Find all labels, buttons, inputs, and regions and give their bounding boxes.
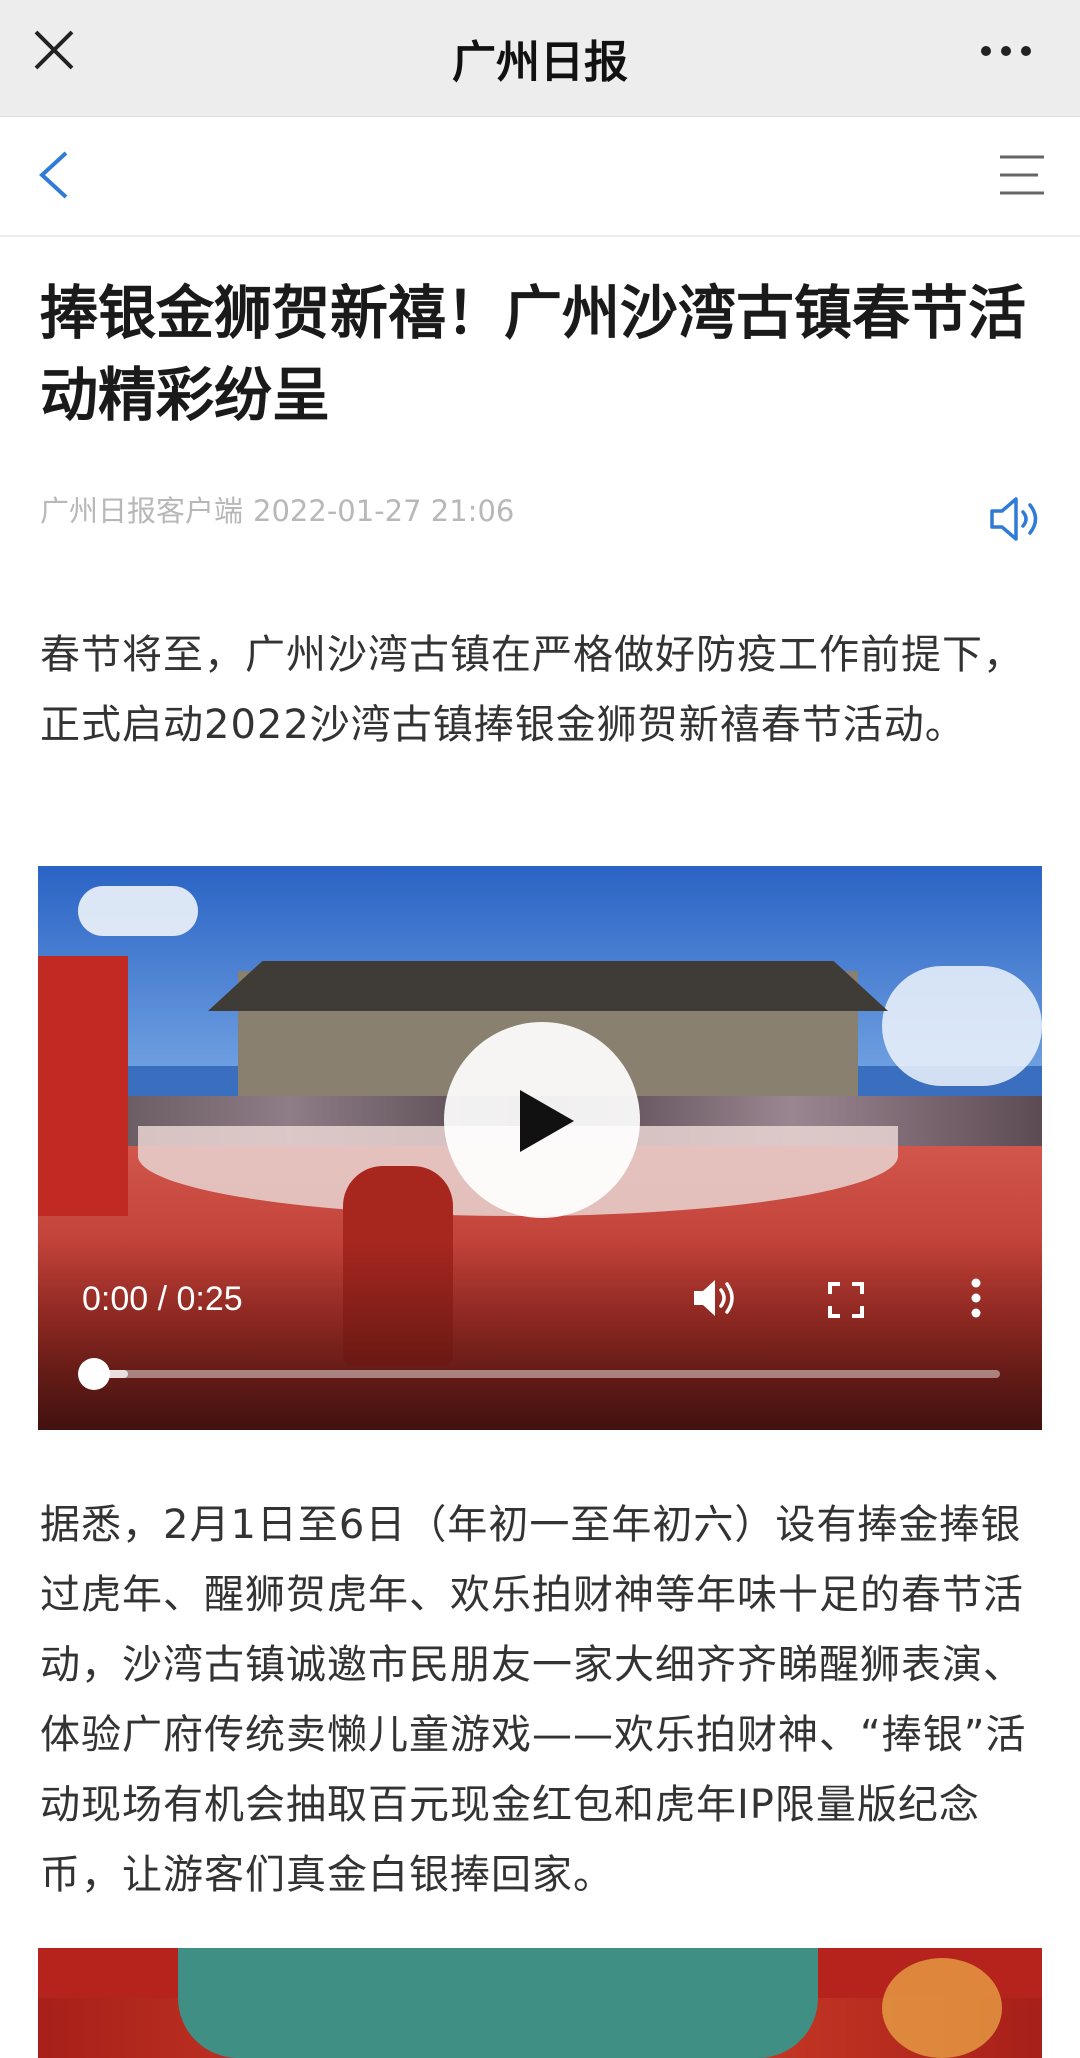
- article-datetime: 2022-01-27 21:06: [253, 494, 515, 528]
- article-paragraph-2: 据悉，2月1日至6日（年初一至年初六）设有捧金捧银过虎年、醒狮贺虎年、欢乐拍财神…: [40, 1502, 1027, 1898]
- article-meta: 广州日报客户端 2022-01-27 21:06: [40, 488, 524, 530]
- fullscreen-icon[interactable]: [828, 1282, 864, 1318]
- image-fireworks: [882, 1958, 1002, 2058]
- video-progress-handle[interactable]: [78, 1358, 110, 1390]
- article-source: 广州日报客户端: [40, 494, 244, 528]
- webview-title: 广州日报: [452, 37, 628, 88]
- more-dots-icon[interactable]: [978, 36, 1034, 66]
- volume-icon[interactable]: [692, 1276, 738, 1320]
- video-frame-cloud: [78, 886, 198, 936]
- site-nav-bar: [0, 117, 1080, 237]
- hamburger-menu-icon[interactable]: [998, 153, 1046, 197]
- kebab-menu-icon[interactable]: [970, 1278, 982, 1318]
- article-paragraph-1: 春节将至，广州沙湾古镇在严格做好防疫工作前提下，正式启动2022沙湾古镇捧银金狮…: [40, 632, 1024, 748]
- video-frame-cloud: [882, 966, 1042, 1086]
- play-button[interactable]: [444, 1022, 640, 1218]
- chevron-left-icon[interactable]: [34, 147, 74, 203]
- video-player[interactable]: 0:00 / 0:25: [38, 866, 1042, 1430]
- video-progress-track[interactable]: [82, 1370, 1000, 1378]
- video-frame-gate: [38, 956, 128, 1216]
- article-image: [38, 1948, 1042, 2058]
- play-icon: [520, 1090, 574, 1152]
- image-dragon-motif: [178, 1948, 818, 2058]
- video-controls-shade: [38, 1240, 1042, 1430]
- article-headline: 捧银金狮贺新禧！广州沙湾古镇春节活动精彩纷呈: [40, 279, 1027, 429]
- webview-top-bar: 广州日报: [0, 0, 1080, 117]
- video-frame-roof: [208, 961, 888, 1011]
- video-time-display: 0:00 / 0:25: [82, 1280, 243, 1318]
- speaker-icon[interactable]: [988, 494, 1042, 544]
